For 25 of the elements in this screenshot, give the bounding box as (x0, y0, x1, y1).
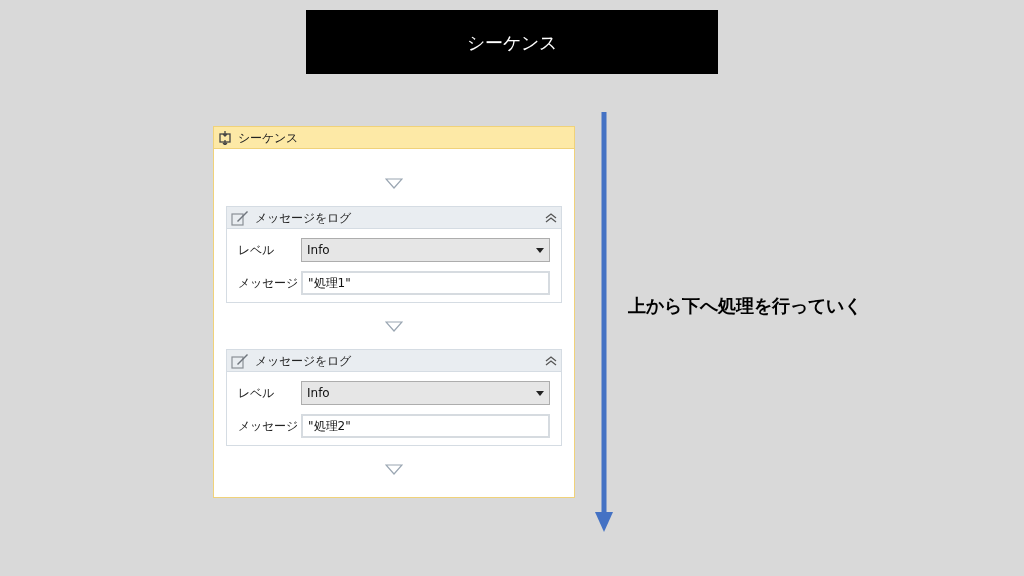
collapse-icon[interactable] (545, 355, 557, 366)
slide-title: シーケンス (306, 10, 718, 74)
sequence-title: シーケンス (238, 129, 298, 147)
field-label: レベル (238, 242, 275, 259)
level-dropdown[interactable]: Info (301, 238, 550, 262)
edit-icon (231, 352, 249, 369)
activity-card[interactable]: メッセージをログ レベル Info メッセージ "処理1" (226, 206, 562, 303)
level-dropdown[interactable]: Info (301, 381, 550, 405)
edit-icon (231, 209, 249, 226)
flow-caption: 上から下へ処理を行っていく (628, 294, 862, 318)
dropdown-caret-icon (536, 247, 544, 253)
field-label: メッセージ (238, 418, 299, 435)
drop-target-icon (385, 178, 403, 189)
dropdown-caret-icon (536, 390, 544, 396)
message-input-field[interactable]: "処理1" (301, 271, 550, 295)
drop-target-icon (385, 464, 403, 475)
activity-card[interactable]: メッセージをログ レベル Info メッセージ "処理2" (226, 349, 562, 446)
sequence-icon (218, 130, 232, 145)
activity-title: メッセージをログ (255, 352, 352, 370)
message-input-field[interactable]: "処理2" (301, 414, 550, 438)
field-label: レベル (238, 385, 275, 402)
activity-title: メッセージをログ (255, 209, 352, 227)
collapse-icon[interactable] (545, 212, 557, 223)
field-label: メッセージ (238, 275, 299, 292)
drop-target-icon (385, 321, 403, 332)
